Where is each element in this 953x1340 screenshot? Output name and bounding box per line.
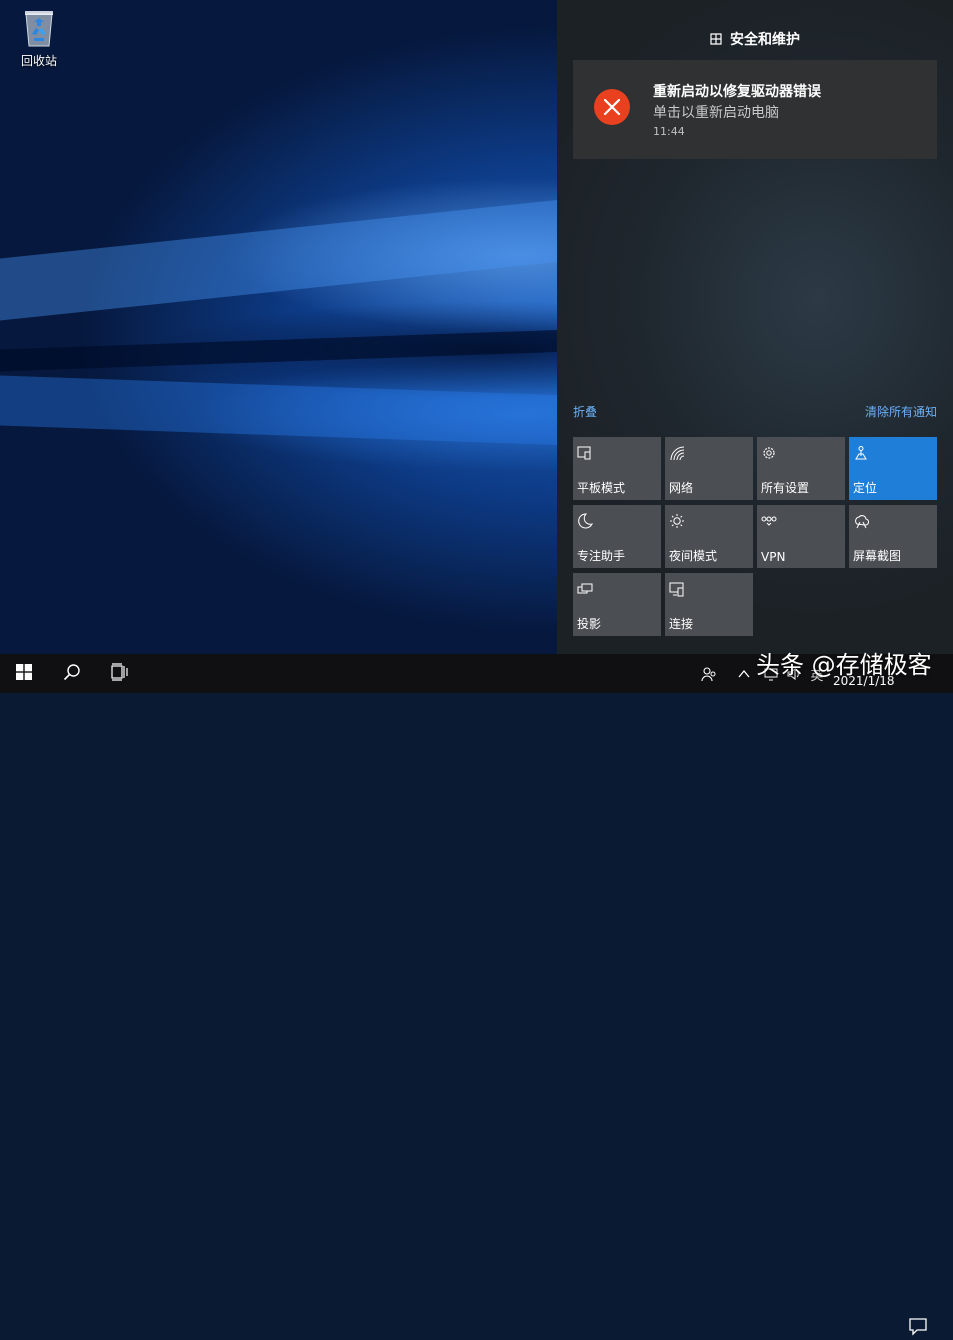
tablet-mode-icon: [577, 445, 593, 461]
notification-center-icon: [908, 1318, 928, 1340]
clear-all-notifications-link[interactable]: 清除所有通知: [865, 403, 937, 420]
tile-network[interactable]: 网络: [665, 437, 753, 500]
tile-location[interactable]: 定位: [849, 437, 937, 500]
settings-gear-icon: [761, 445, 777, 461]
tile-screen-snip[interactable]: 屏幕截图: [849, 505, 937, 568]
connect-icon: [669, 581, 685, 597]
tile-tablet-mode[interactable]: 平板模式: [573, 437, 661, 500]
notification-title: 重新启动以修复驱动器错误: [653, 84, 821, 100]
notification-group-title: 安全和维护: [730, 32, 800, 48]
location-icon: [853, 445, 869, 461]
tile-label: 平板模式: [577, 481, 626, 495]
windows-logo-icon: [16, 663, 32, 684]
desktop-icon-recycle-bin[interactable]: 回收站: [10, 8, 68, 69]
notification-time: 11:44: [653, 125, 685, 138]
tile-vpn[interactable]: VPN: [757, 505, 845, 568]
security-maintenance-icon: [710, 33, 722, 45]
notification-group-header: 安全和维护: [557, 26, 953, 52]
tile-night-light[interactable]: 夜间模式: [665, 505, 753, 568]
tile-label: 定位: [853, 481, 878, 495]
moon-icon: [577, 513, 593, 529]
people-icon[interactable]: [700, 665, 718, 683]
wallpaper-light-beam: [0, 200, 557, 321]
screen-snip-icon: [853, 513, 870, 529]
tile-label: 网络: [669, 481, 694, 495]
wallpaper-dark-beam: [0, 330, 557, 372]
tile-label: 屏幕截图: [853, 549, 902, 563]
wallpaper-light-beam: [0, 375, 557, 445]
tile-label: 连接: [669, 617, 694, 631]
search-button[interactable]: [48, 654, 96, 693]
error-x-icon: [594, 89, 630, 125]
task-view-button[interactable]: [96, 654, 144, 693]
tile-all-settings[interactable]: 所有设置: [757, 437, 845, 500]
tile-focus-assist[interactable]: 专注助手: [573, 505, 661, 568]
notification-body: 单击以重新启动电脑: [653, 105, 779, 121]
notification-center-button[interactable]: [908, 1316, 930, 1338]
watermark-text: 头条 @存储极客: [756, 651, 932, 679]
tile-label: 夜间模式: [669, 549, 718, 563]
tile-connect[interactable]: 连接: [665, 573, 753, 636]
project-icon: [577, 581, 593, 597]
search-icon: [63, 663, 81, 685]
recycle-bin-icon: [22, 8, 56, 48]
action-center-panel: 安全和维护 重新启动以修复驱动器错误 单击以重新启动电脑 11:44 折叠 清除…: [557, 0, 953, 654]
tile-label: VPN: [761, 550, 786, 564]
vpn-icon: [761, 513, 777, 529]
recycle-bin-label: 回收站: [20, 54, 57, 68]
network-icon: [669, 445, 685, 461]
task-view-icon: [111, 662, 129, 685]
desktop-background: 回收站: [0, 0, 557, 654]
start-button[interactable]: [0, 654, 48, 693]
tile-label: 专注助手: [577, 549, 626, 563]
night-light-icon: [669, 513, 685, 529]
tile-label: 投影: [577, 617, 602, 631]
collapse-quick-actions-link[interactable]: 折叠: [573, 403, 597, 420]
notification-card[interactable]: 重新启动以修复驱动器错误 单击以重新启动电脑 11:44: [573, 60, 937, 159]
tile-project[interactable]: 投影: [573, 573, 661, 636]
tile-label: 所有设置: [761, 481, 810, 495]
chevron-up-icon[interactable]: [735, 665, 753, 683]
